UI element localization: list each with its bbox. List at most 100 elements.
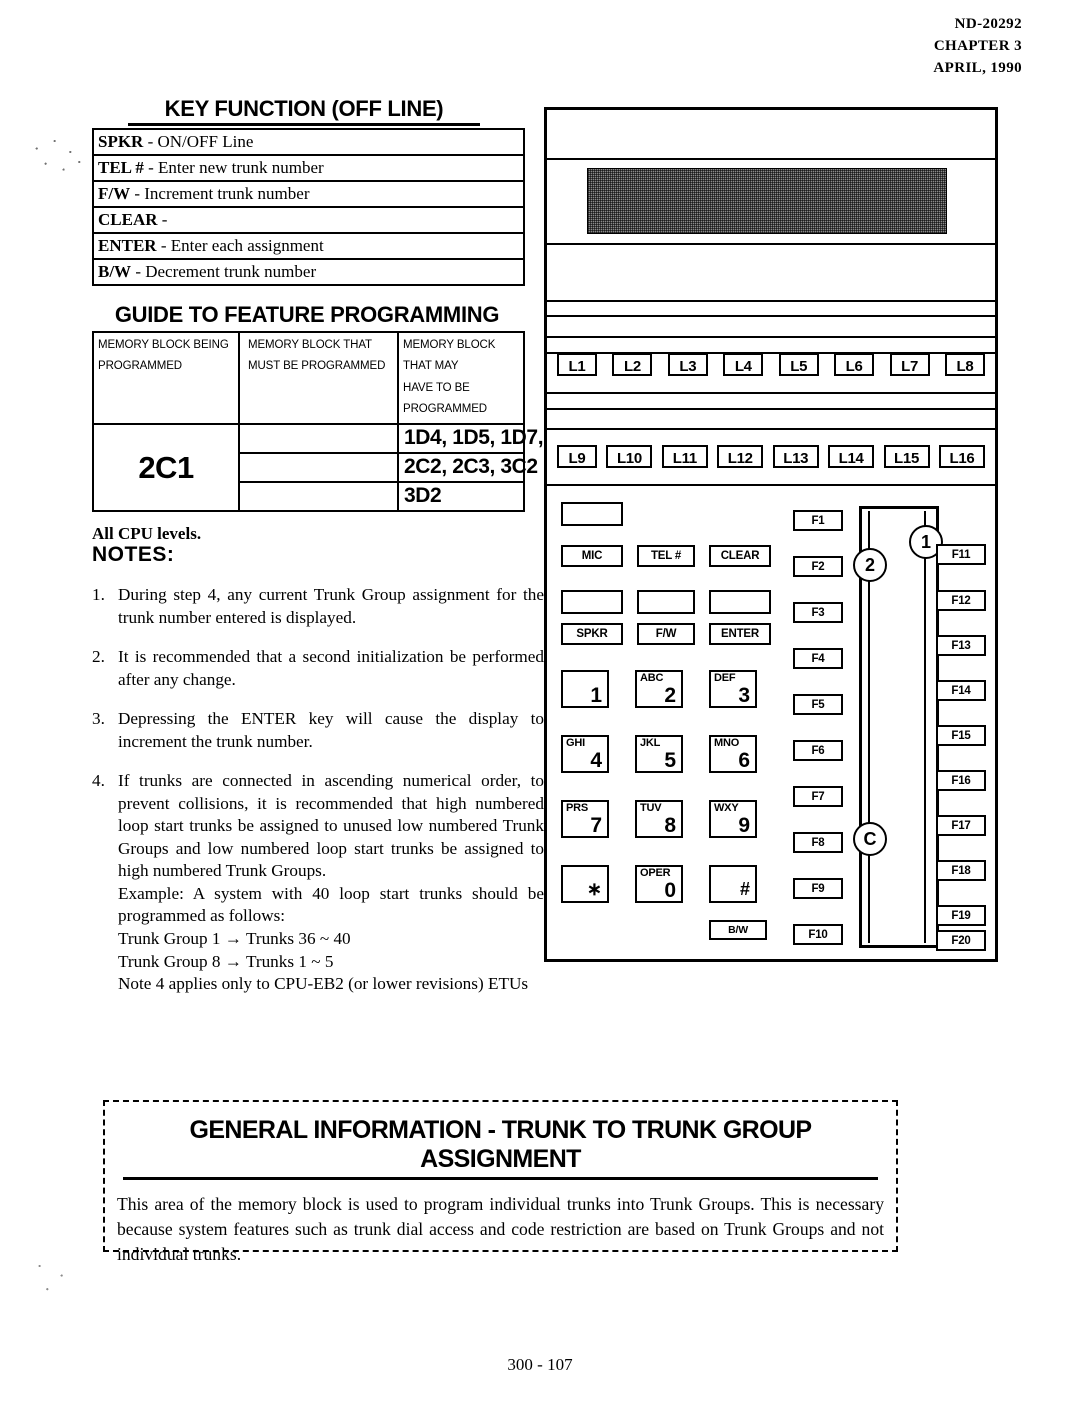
must-be-programmed-cell [238,423,399,455]
may-be-programmed-cell: 1D4, 1D5, 1D7, [397,423,544,455]
bw-key[interactable]: B/W [709,920,767,940]
dial-key-3[interactable]: DEF 3 [709,670,757,708]
dial-key-letters: JKL [640,737,661,749]
tel-number-key[interactable]: TEL # [637,545,695,567]
line-key-l16[interactable]: L16 [938,444,985,468]
function-key-f19[interactable]: F19 [936,905,986,926]
dial-key-1[interactable]: 1 [561,670,609,708]
function-key-f10[interactable]: F10 [793,924,843,945]
dial-key-star[interactable]: ∗ [561,865,609,903]
dial-key-digit: 9 [738,814,750,837]
dial-key-5[interactable]: JKL 5 [635,735,683,773]
note-example-line: Trunk Group 8 → Trunks 1 ~ 5 [118,951,334,971]
function-key-f8[interactable]: F8 [793,832,843,853]
fw-key-label[interactable]: F/W [637,623,695,645]
mic-key-body[interactable] [561,502,623,526]
may-be-programmed-cell: 3D2 [397,481,525,513]
spkr-key-body[interactable] [561,590,623,614]
function-key-f1[interactable]: F1 [793,510,843,531]
note-number: 1. [92,585,105,605]
function-key-f5[interactable]: F5 [793,694,843,715]
line-key-l8[interactable]: L8 [944,352,985,376]
line-key-l10[interactable]: L10 [606,444,653,468]
dial-key-0[interactable]: OPER 0 [635,865,683,903]
line-key-l3[interactable]: L3 [667,352,708,376]
table-row: F/W - Increment trunk number [93,181,524,208]
function-key-f6[interactable]: F6 [793,740,843,761]
phone-divider-1 [547,300,995,302]
telephone-diagram: L1 L2 L3 L4 L5 L6 L7 L8 L9 L10 L11 L12 L… [544,107,998,962]
guide-col3-header-line2: HAVE TO BE PROGRAMMED [403,381,487,415]
note-item: 1. During step 4, any current Trunk Grou… [92,584,544,629]
dial-key-6[interactable]: MNO 6 [709,735,757,773]
lcd-display [587,168,947,234]
note-example: Example: A system with 40 loop start tru… [118,883,544,926]
line-key-l14[interactable]: L14 [828,444,875,468]
dial-key-4[interactable]: GHI 4 [561,735,609,773]
table-row: B/W - Decrement trunk number [93,259,524,285]
guide-col2-header-line1: MEMORY BLOCK THAT [248,339,372,351]
clear-key[interactable]: CLEAR [709,545,771,567]
dial-key-pound[interactable]: # [709,865,757,903]
dial-key-8[interactable]: TUV 8 [635,800,683,838]
key-desc: - Enter new trunk number [148,157,324,177]
enter-key-label[interactable]: ENTER [709,623,771,645]
line-key-l12[interactable]: L12 [717,444,764,468]
dial-key-9[interactable]: WXY 9 [709,800,757,838]
function-key-f9[interactable]: F9 [793,878,843,899]
function-key-f12[interactable]: F12 [936,590,986,611]
table-header-row: MEMORY BLOCK BEING PROGRAMMED MEMORY BLO… [92,330,525,426]
function-key-f11[interactable]: F11 [936,544,986,565]
dial-key-7[interactable]: PRS 7 [561,800,609,838]
mic-key-label[interactable]: MIC [561,545,623,567]
guide-col1-header: MEMORY BLOCK BEING PROGRAMMED [92,330,240,426]
function-key-f16[interactable]: F16 [936,770,986,791]
dial-key-digit: 7 [590,814,602,837]
line-key-row-1: L1 L2 L3 L4 L5 L6 L7 L8 [547,336,995,392]
function-key-f4[interactable]: F4 [793,648,843,669]
cpu-levels-text: All CPU levels. [92,524,202,544]
enter-key-body[interactable] [709,590,771,614]
dial-key-2[interactable]: ABC 2 [635,670,683,708]
key-desc: - Decrement trunk number [135,261,317,281]
general-information-body: This area of the memory block is used to… [117,1194,884,1264]
guide-col1-header-line2: PROGRAMMED [98,360,182,373]
line-key-l13[interactable]: L13 [772,444,819,468]
dial-key-digit: # [739,879,750,899]
dial-key-letters: DEF [714,672,736,684]
function-key-f17[interactable]: F17 [936,815,986,836]
may-be-programmed-cell: 2C2, 2C3, 3C2 [397,452,538,484]
function-key-f20[interactable]: F20 [936,930,986,951]
line-key-l11[interactable]: L11 [661,444,708,468]
phone-divider-6 [547,408,995,410]
line-key-l4[interactable]: L4 [723,352,764,376]
function-key-f14[interactable]: F14 [936,680,986,701]
line-key-l7[interactable]: L7 [889,352,930,376]
spkr-key-label[interactable]: SPKR [561,623,623,645]
fw-key-body[interactable] [637,590,695,614]
left-column: KEY FUNCTION (OFF LINE) SPKR - ON/OFF Li… [92,96,544,996]
function-key-f7[interactable]: F7 [793,786,843,807]
function-key-f15[interactable]: F15 [936,725,986,746]
line-key-l6[interactable]: L6 [834,352,875,376]
function-key-f18[interactable]: F18 [936,860,986,881]
note-text: If trunks are connected in ascending num… [118,771,544,881]
function-key-f3[interactable]: F3 [793,602,843,623]
function-key-f2[interactable]: F2 [793,556,843,577]
line-key-l5[interactable]: L5 [778,352,819,376]
line-key-l1[interactable]: L1 [557,352,597,376]
guide-col2-header: MEMORY BLOCK THAT MUST BE PROGRAMMED [238,330,399,426]
line-key-l2[interactable]: L2 [612,352,653,376]
line-key-l15[interactable]: L15 [883,444,930,468]
function-key-f13[interactable]: F13 [936,635,986,656]
guide-col3-header: MEMORY BLOCK THAT MAY HAVE TO BE PROGRAM… [397,330,525,426]
phone-divider-2 [547,315,995,317]
table-row: CLEAR - [93,207,524,234]
note-text: Depressing the ENTER key will cause the … [118,709,544,751]
phone-divider-5 [547,392,995,394]
guide-title: GUIDE TO FEATURE PROGRAMMING [114,302,500,327]
guide-table: MEMORY BLOCK BEING PROGRAMMED MEMORY BLO… [92,330,544,513]
table-row: ENTER - Enter each assignment [93,233,524,260]
dial-key-letters: PRS [566,802,589,814]
line-key-l9[interactable]: L9 [557,444,597,468]
